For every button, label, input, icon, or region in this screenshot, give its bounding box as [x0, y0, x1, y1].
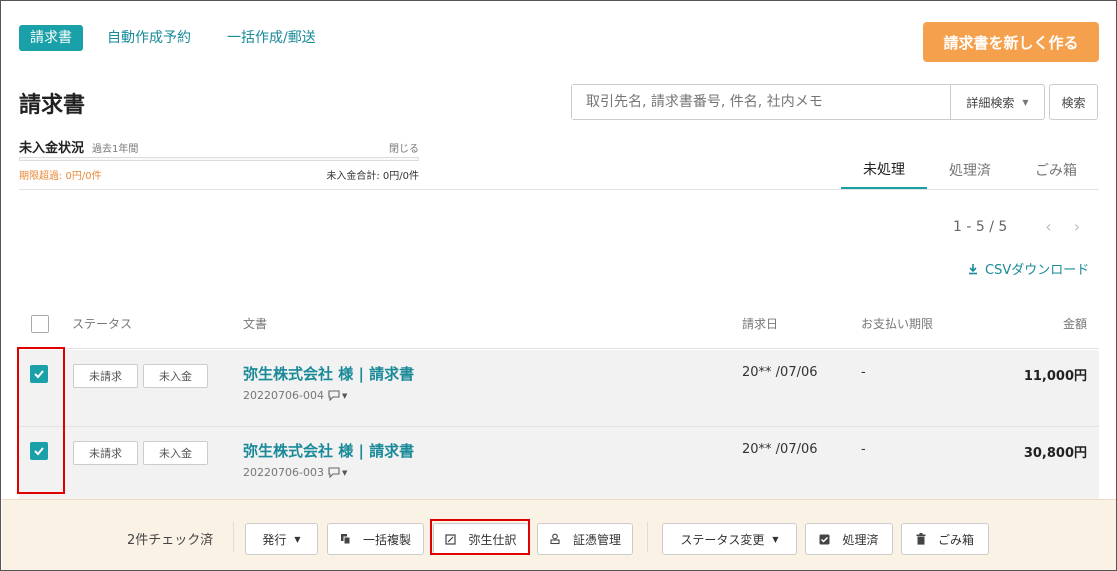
overdue-summary: 期限超過: 0円/0件 — [19, 171, 102, 182]
unpaid-total: 未入金合計: 0円/0件 — [326, 171, 419, 182]
caret-down-icon[interactable]: ▼ — [342, 392, 347, 400]
unpaid-period: 過去1年間 — [92, 144, 139, 155]
search-box: 詳細検索 ▼ — [571, 84, 1045, 120]
status-badge: 未入金 — [143, 364, 208, 388]
tab-processed[interactable]: 処理済 — [927, 151, 1013, 189]
header-amount: 金額 — [1062, 317, 1087, 331]
header-date: 請求日 — [742, 317, 779, 331]
stamp-icon — [550, 533, 560, 545]
due-date: - — [861, 365, 866, 380]
voucher-management-button[interactable]: 証憑管理 — [537, 523, 633, 555]
table-header: ステータス 文書 請求日 お支払い期限 金額 — [19, 301, 1099, 349]
unpaid-progress-bar — [19, 157, 419, 161]
document-number: 20220706-004 ▼ — [243, 389, 347, 402]
tab-divider — [19, 189, 1099, 190]
document-link[interactable]: 弥生株式会社 様 | 請求書 — [243, 363, 414, 384]
nav-auto-schedule[interactable]: 自動作成予約 — [107, 25, 191, 51]
trash-icon — [916, 533, 926, 545]
status-change-label: ステータス変更 — [680, 532, 765, 547]
nav-bulk-mail[interactable]: 一括作成/郵送 — [227, 25, 316, 51]
highlight-yayoi-button — [430, 519, 530, 555]
csv-download-link[interactable]: CSVダウンロード — [967, 259, 1089, 278]
status-badge: 未入金 — [143, 441, 208, 465]
status-change-button[interactable]: ステータス変更 ▼ — [662, 523, 797, 555]
move-to-trash-label: ごみ箱 — [937, 532, 974, 547]
header-status: ステータス — [72, 317, 133, 331]
search-input[interactable] — [572, 85, 950, 119]
document-number-text: 20220706-004 — [243, 389, 324, 402]
footer-divider — [233, 522, 234, 552]
status-badge: 未請求 — [73, 364, 138, 388]
copy-icon — [340, 534, 351, 545]
chevron-left-icon[interactable]: ‹ — [1045, 217, 1051, 236]
header-due: お支払い期限 — [861, 317, 934, 331]
due-date: - — [861, 442, 866, 457]
voucher-management-label: 証憑管理 — [572, 532, 621, 547]
document-link[interactable]: 弥生株式会社 様 | 請求書 — [243, 440, 414, 461]
highlight-checkboxes — [17, 347, 65, 494]
move-to-trash-button[interactable]: ごみ箱 — [901, 523, 989, 555]
table-row[interactable]: 未請求 未入金 弥生株式会社 様 | 請求書 20220706-004 ▼ 20… — [19, 350, 1099, 427]
app-window: 請求書 自動作成予約 一括作成/郵送 請求書を新しく作る 請求書 詳細検索 ▼ … — [0, 0, 1117, 571]
pagination-range: 1 - 5 / 5 — [953, 218, 1008, 235]
create-invoice-button[interactable]: 請求書を新しく作る — [923, 22, 1099, 62]
comment-icon[interactable] — [328, 390, 340, 401]
status-tabs: 未処理 処理済 ごみ箱 — [841, 151, 1099, 189]
caret-down-icon[interactable]: ▼ — [342, 469, 347, 477]
caret-down-icon: ▼ — [294, 534, 301, 544]
header-document: 文書 — [243, 317, 268, 331]
advanced-search-button[interactable]: 詳細検索 ▼ — [950, 85, 1044, 119]
invoice-date: 20** /07/06 — [742, 442, 818, 457]
unpaid-summary: 未入金状況 過去1年間 閉じる 期限超過: 0円/0件 未入金合計: 0円/0件 — [19, 137, 419, 182]
caret-down-icon: ▼ — [1022, 97, 1029, 107]
bulk-copy-button[interactable]: 一括複製 — [327, 523, 424, 555]
bulk-action-bar: 2件チェック済 発行 ▼ 一括複製 弥生仕訳 証憑管理 ステータス変更 ▼ 処理… — [2, 499, 1116, 570]
csv-download-label: CSVダウンロード — [985, 263, 1090, 278]
amount: 11,000円 — [1023, 369, 1087, 384]
tab-unprocessed[interactable]: 未処理 — [841, 151, 927, 189]
issue-label: 発行 — [262, 532, 287, 547]
status-badge: 未請求 — [73, 441, 138, 465]
search-button[interactable]: 検索 — [1049, 84, 1098, 120]
bulk-copy-label: 一括複製 — [362, 532, 411, 547]
unpaid-title: 未入金状況 — [19, 141, 85, 156]
unpaid-close-link[interactable]: 閉じる — [389, 140, 419, 155]
top-nav: 請求書 自動作成予約 一括作成/郵送 — [19, 25, 352, 51]
nav-invoices[interactable]: 請求書 — [19, 25, 83, 51]
chevron-right-icon[interactable]: › — [1074, 217, 1080, 236]
footer-divider — [647, 522, 648, 552]
download-icon — [969, 263, 977, 274]
amount: 30,800円 — [1023, 446, 1087, 461]
select-all-checkbox[interactable] — [31, 315, 49, 333]
advanced-search-label: 詳細検索 — [966, 95, 1015, 110]
tab-trash[interactable]: ごみ箱 — [1013, 151, 1099, 189]
mark-processed-button[interactable]: 処理済 — [805, 523, 893, 555]
checkbox-icon — [819, 534, 830, 544]
invoice-date: 20** /07/06 — [742, 365, 818, 380]
checked-count: 2件チェック済 — [127, 533, 214, 548]
table-row[interactable]: 未請求 未入金 弥生株式会社 様 | 請求書 20220706-003 ▼ 20… — [19, 427, 1099, 504]
issue-button[interactable]: 発行 ▼ — [245, 523, 318, 555]
pagination: 1 - 5 / 5 ‹ › — [953, 217, 1080, 236]
comment-icon[interactable] — [328, 467, 340, 478]
caret-down-icon: ▼ — [772, 534, 779, 544]
mark-processed-label: 処理済 — [842, 532, 879, 547]
document-number: 20220706-003 ▼ — [243, 466, 347, 479]
page-title: 請求書 — [19, 93, 86, 118]
document-number-text: 20220706-003 — [243, 466, 324, 479]
